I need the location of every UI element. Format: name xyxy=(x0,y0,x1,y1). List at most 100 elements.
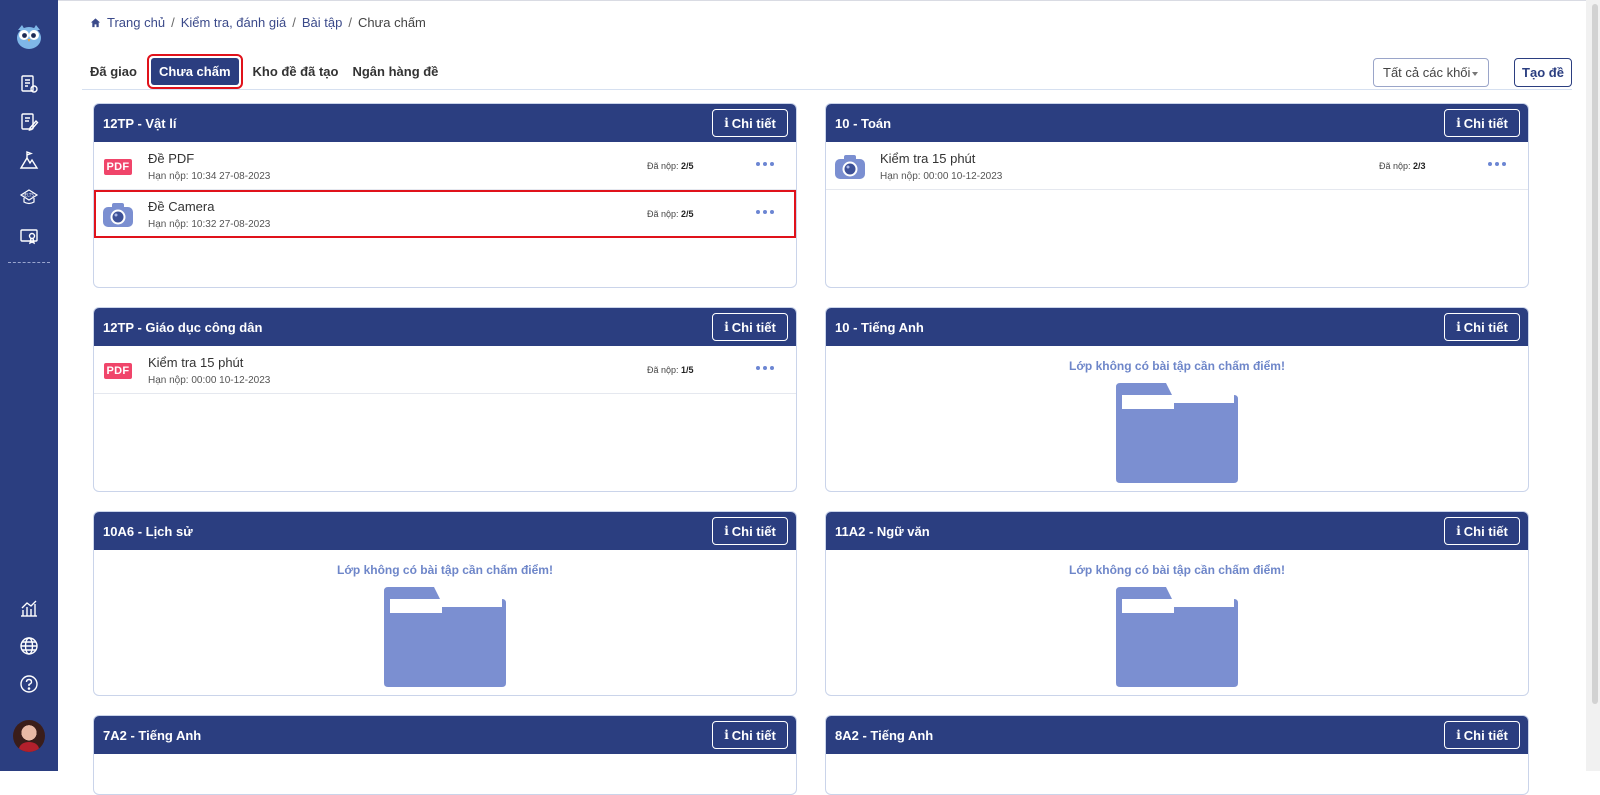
assignment-due: Hạn nộp: 00:00 10-12-2023 xyxy=(148,375,271,386)
class-card: 7A2 - Tiếng Anh i Chi tiết xyxy=(93,715,797,795)
card-header: 12TP - Vật lí i Chi tiết xyxy=(94,104,796,142)
card-header: 10 - Toán i Chi tiết xyxy=(826,104,1528,142)
certificate-icon[interactable] xyxy=(14,221,44,251)
pdf-badge: PDF xyxy=(103,159,133,175)
detail-label: Chi tiết xyxy=(731,727,776,743)
card-header: 12TP - Giáo dục công dân i Chi tiết xyxy=(94,308,796,346)
assignment-row[interactable]: PDF Kiểm tra 15 phút Hạn nộp: 00:00 10-1… xyxy=(94,346,796,394)
exam-icon[interactable] xyxy=(14,69,44,99)
ielts-icon[interactable]: IELTS xyxy=(14,183,44,213)
scrollbar-thumb[interactable] xyxy=(1592,4,1598,704)
top-border xyxy=(58,0,1586,1)
assignment-row[interactable]: PDF Đề PDF Hạn nộp: 10:34 27-08-2023 Đã … xyxy=(94,142,796,190)
more-options-icon[interactable] xyxy=(756,206,778,218)
card-title: 10 - Tiếng Anh xyxy=(835,319,924,335)
sidebar-divider xyxy=(8,262,50,263)
breadcrumb-separator: / xyxy=(171,15,175,30)
submitted-value: 2/3 xyxy=(1413,161,1426,171)
submitted-count: Đã nộp: 2/3 xyxy=(1379,161,1426,171)
assignment-title: Đề Camera xyxy=(148,199,215,214)
globe-icon[interactable] xyxy=(14,631,44,661)
owl-logo[interactable] xyxy=(14,21,44,51)
card-title: 12TP - Giáo dục công dân xyxy=(103,319,263,335)
detail-button[interactable]: i Chi tiết xyxy=(1444,517,1520,545)
submitted-value: 2/5 xyxy=(681,209,694,219)
pdf-badge: PDF xyxy=(103,363,133,379)
detail-button[interactable]: i Chi tiết xyxy=(712,313,788,341)
grade-filter-select[interactable]: Tất cả các khối xyxy=(1373,58,1489,87)
mountain-flag-icon[interactable] xyxy=(14,145,44,175)
assignment-row[interactable]: Kiểm tra 15 phút Hạn nộp: 00:00 10-12-20… xyxy=(826,142,1528,190)
submitted-value: 2/5 xyxy=(681,161,694,171)
card-title: 12TP - Vật lí xyxy=(103,115,177,131)
class-card: 8A2 - Tiếng Anh i Chi tiết xyxy=(825,715,1529,795)
card-title: 10A6 - Lịch sử xyxy=(103,523,193,539)
detail-button[interactable]: i Chi tiết xyxy=(1444,721,1520,749)
card-header: 8A2 - Tiếng Anh i Chi tiết xyxy=(826,716,1528,754)
info-icon: i xyxy=(724,524,729,538)
breadcrumb-separator: / xyxy=(348,15,352,30)
detail-button[interactable]: i Chi tiết xyxy=(712,721,788,749)
class-card: 12TP - Giáo dục công dân i Chi tiết PDF K… xyxy=(93,307,797,492)
breadcrumb-assessment[interactable]: Kiểm tra, đánh giá xyxy=(181,15,287,30)
help-icon[interactable] xyxy=(14,669,44,699)
more-options-icon[interactable] xyxy=(756,158,778,170)
detail-label: Chi tiết xyxy=(731,319,776,335)
tab-created-exams[interactable]: Kho đề đã tạo xyxy=(253,64,339,79)
empty-folder-icon xyxy=(1116,587,1238,687)
camera-icon xyxy=(834,154,866,180)
tab-assigned[interactable]: Đã giao xyxy=(90,64,137,79)
card-title: 10 - Toán xyxy=(835,115,892,131)
more-options-icon[interactable] xyxy=(756,362,778,374)
submitted-label: Đã nộp: xyxy=(1379,161,1411,171)
info-icon: i xyxy=(1456,320,1461,334)
pdf-icon: PDF xyxy=(102,358,134,384)
assignment-due: Hạn nộp: 10:34 27-08-2023 xyxy=(148,171,271,182)
assignment-title: Kiểm tra 15 phút xyxy=(880,151,976,166)
card-title: 8A2 - Tiếng Anh xyxy=(835,727,934,743)
main-content: Trang chủ / Kiểm tra, đánh giá / Bài tập… xyxy=(58,0,1600,795)
card-title: 11A2 - Ngữ văn xyxy=(835,523,930,539)
detail-label: Chi tiết xyxy=(731,115,776,131)
info-icon: i xyxy=(724,728,729,742)
scrollbar[interactable] xyxy=(1586,0,1600,771)
assignment-row-highlighted[interactable]: Đề Camera Hạn nộp: 10:32 27-08-2023 Đã n… xyxy=(94,190,796,238)
breadcrumb: Trang chủ / Kiểm tra, đánh giá / Bài tập… xyxy=(90,15,426,30)
assignment-icon[interactable] xyxy=(14,107,44,137)
class-card: 12TP - Vật lí i Chi tiết PDF Đề PDF Hạn n… xyxy=(93,103,797,288)
assignment-due: Hạn nộp: 10:32 27-08-2023 xyxy=(148,219,271,230)
tab-ungraded-label: Chưa chấm xyxy=(150,58,239,85)
content-divider xyxy=(82,89,1572,90)
tab-question-bank[interactable]: Ngân hàng đề xyxy=(352,64,438,79)
breadcrumb-home[interactable]: Trang chủ xyxy=(107,15,165,30)
assignment-title: Đề PDF xyxy=(148,151,195,166)
detail-label: Chi tiết xyxy=(1463,727,1508,743)
submitted-label: Đã nộp: xyxy=(647,209,679,219)
detail-label: Chi tiết xyxy=(1463,523,1508,539)
breadcrumb-assignments[interactable]: Bài tập xyxy=(302,15,342,30)
submitted-count: Đã nộp: 2/5 xyxy=(647,161,694,171)
info-icon: i xyxy=(1456,728,1461,742)
tab-ungraded[interactable]: Chưa chấm xyxy=(146,54,243,89)
detail-button[interactable]: i Chi tiết xyxy=(712,517,788,545)
svg-text:IELTS: IELTS xyxy=(24,193,35,198)
class-card: 11A2 - Ngữ văn i Chi tiết Lớp không có bà… xyxy=(825,511,1529,696)
home-icon xyxy=(90,18,101,28)
submitted-label: Đã nộp: xyxy=(647,365,679,375)
detail-button[interactable]: i Chi tiết xyxy=(1444,109,1520,137)
more-options-icon[interactable] xyxy=(1488,158,1510,170)
statistics-icon[interactable] xyxy=(14,593,44,623)
grade-filter-value: Tất cả các khối xyxy=(1383,65,1471,80)
detail-label: Chi tiết xyxy=(1463,319,1508,335)
camera-icon xyxy=(102,202,134,228)
submitted-count: Đã nộp: 2/5 xyxy=(647,209,694,219)
card-header: 10A6 - Lịch sử i Chi tiết xyxy=(94,512,796,550)
tab-bar: Đã giao Chưa chấm Kho đề đã tạo Ngân hàn… xyxy=(90,54,438,89)
detail-button[interactable]: i Chi tiết xyxy=(712,109,788,137)
info-icon: i xyxy=(1456,116,1461,130)
detail-button[interactable]: i Chi tiết xyxy=(1444,313,1520,341)
create-exam-button[interactable]: Tạo đề xyxy=(1514,58,1572,87)
card-header: 11A2 - Ngữ văn i Chi tiết xyxy=(826,512,1528,550)
assignment-title: Kiểm tra 15 phút xyxy=(148,355,244,370)
avatar[interactable] xyxy=(13,720,45,752)
